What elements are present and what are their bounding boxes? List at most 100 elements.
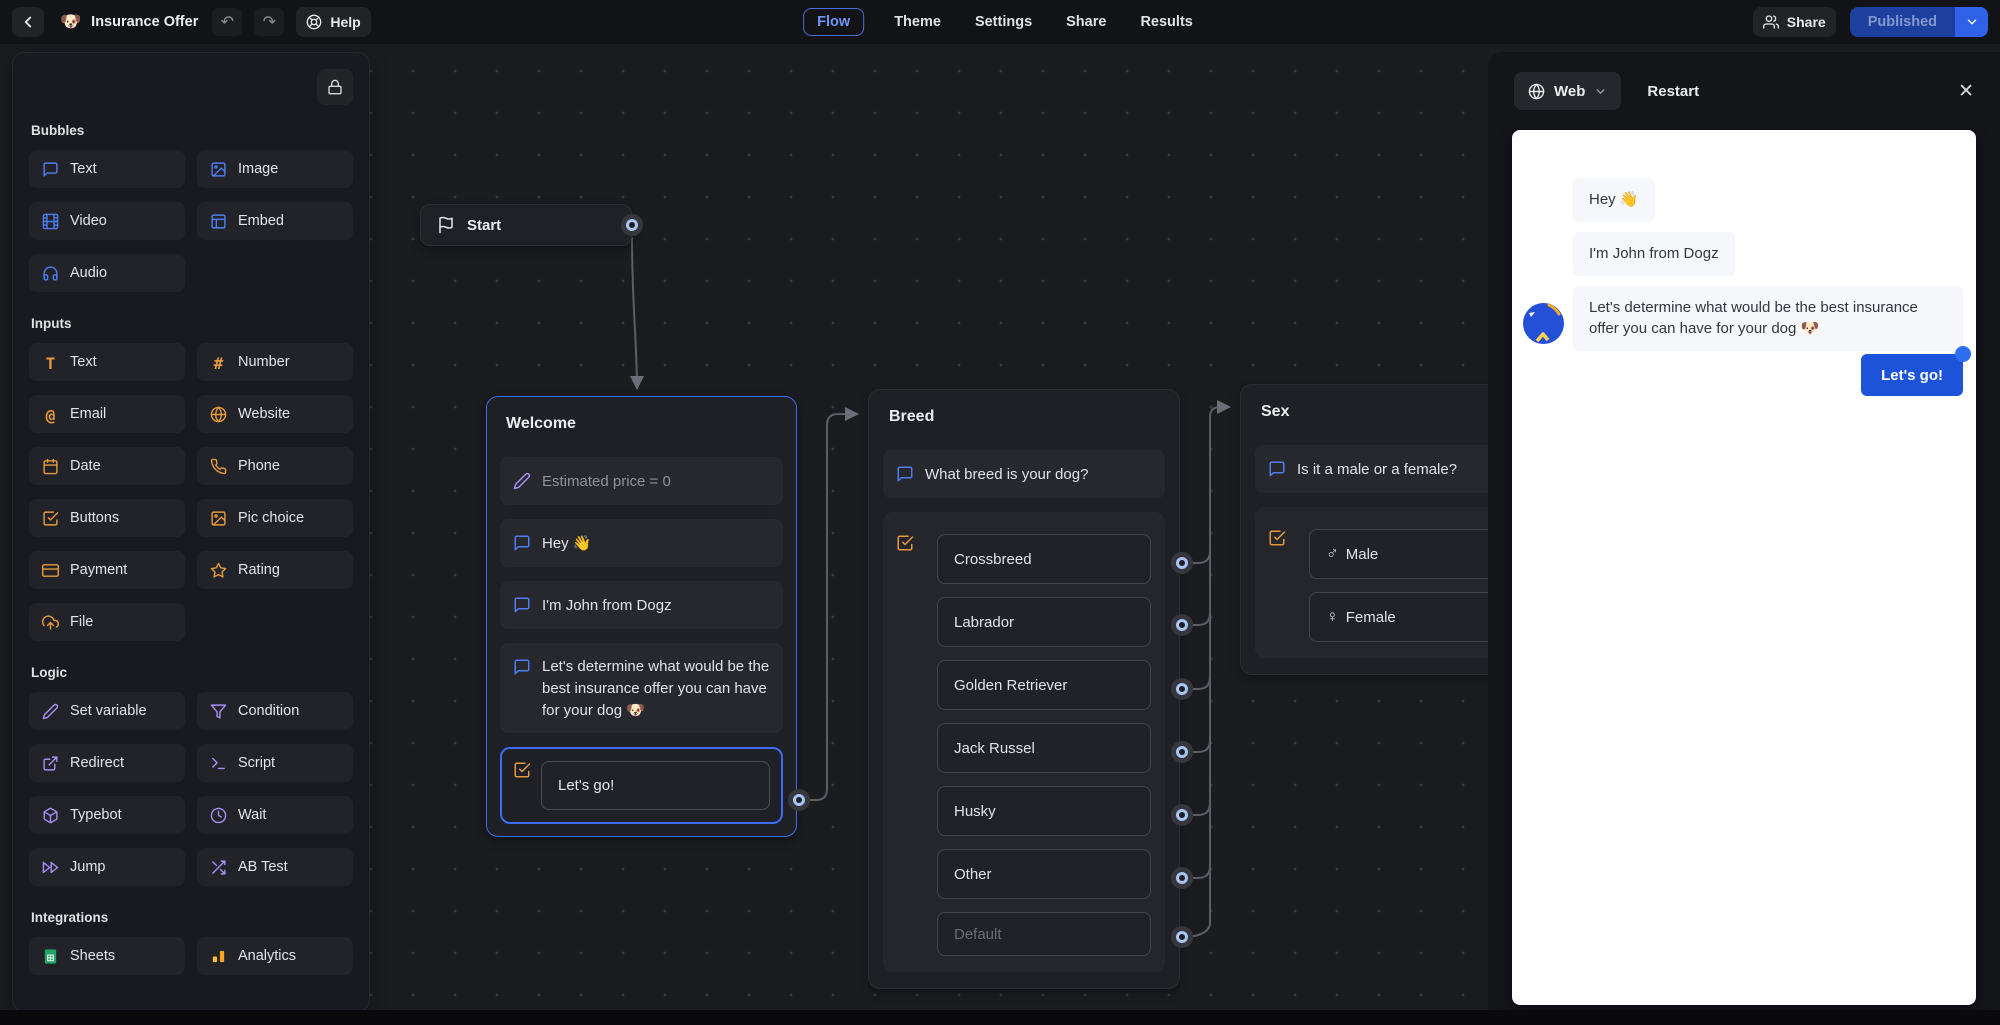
typebot-title[interactable]: Insurance Offer [91, 14, 198, 30]
letter-t-icon: T [45, 353, 56, 373]
breed-option-port[interactable] [1171, 804, 1193, 826]
sidebar-item-embed[interactable]: Embed [197, 202, 353, 240]
sidebar-item-sheets[interactable]: Sheets [29, 937, 185, 975]
breed-option-port[interactable] [1171, 614, 1193, 636]
tab-share[interactable]: Share [1062, 8, 1110, 36]
buttons-input-block[interactable]: Crossbreed Labrador Golden Retriever Jac… [883, 512, 1165, 972]
fast-forward-icon [42, 859, 59, 876]
item-label: Text [70, 354, 97, 370]
tab-theme[interactable]: Theme [890, 8, 945, 36]
item-label: Rating [238, 562, 280, 578]
breed-option-port[interactable] [1171, 552, 1193, 574]
blocks-sidebar: Bubbles Text Image Video Embed Audio Inp… [12, 52, 370, 1012]
close-icon[interactable]: ✕ [1958, 80, 1974, 103]
sidebar-item-payment[interactable]: Payment [29, 551, 185, 589]
redo-icon: ↷ [262, 14, 277, 31]
text-bubble-block[interactable]: Hey 👋 [500, 519, 783, 567]
text-bubble-block[interactable]: Let's determine what would be the best i… [500, 643, 783, 733]
sidebar-item-audio[interactable]: Audio [29, 254, 185, 292]
sidebar-item-wait[interactable]: Wait [197, 796, 353, 834]
tab-flow[interactable]: Flow [803, 8, 865, 36]
bubble-text: What breed is your dog? [925, 465, 1089, 483]
item-label: Email [70, 406, 107, 422]
share-button[interactable]: Share [1752, 7, 1836, 37]
choice-option[interactable]: Golden Retriever [937, 660, 1151, 710]
sidebar-item-pic-choice[interactable]: Pic choice [197, 499, 353, 537]
undo-button[interactable]: ↶ [212, 8, 243, 36]
back-button[interactable] [12, 7, 44, 37]
bubble-text: Is it a male or a female? [1297, 460, 1458, 478]
welcome-node-title: Welcome [506, 415, 576, 432]
help-label: Help [330, 14, 361, 30]
sidebar-item-phone[interactable]: Phone [197, 447, 353, 485]
image-icon [210, 161, 227, 178]
sidebar-item-redirect[interactable]: Redirect [29, 744, 185, 782]
section-title-integrations: Integrations [31, 910, 109, 925]
choice-option[interactable]: Jack Russel [937, 723, 1151, 773]
sidebar-item-video[interactable]: Video [29, 202, 185, 240]
sidebar-item-file[interactable]: File [29, 603, 185, 641]
item-label: Number [238, 354, 290, 370]
tab-settings[interactable]: Settings [971, 8, 1036, 36]
welcome-node[interactable]: Welcome Estimated price = 0 Hey 👋 I'm Jo… [486, 396, 797, 837]
breed-option-port[interactable] [1171, 867, 1193, 889]
sidebar-item-rating[interactable]: Rating [197, 551, 353, 589]
redo-button[interactable]: ↷ [254, 8, 285, 36]
sidebar-item-date[interactable]: Date [29, 447, 185, 485]
help-button[interactable]: Help [296, 7, 371, 37]
breed-node[interactable]: Breed What breed is your dog? Crossbreed… [868, 389, 1180, 989]
button-choice[interactable]: Let's go! [541, 760, 770, 810]
bubble-text: Hey 👋 [542, 535, 592, 552]
breed-default-port[interactable] [1171, 926, 1193, 948]
bubble-text: I'm John from Dogz [542, 596, 672, 614]
cube-icon [42, 807, 59, 824]
sidebar-item-number[interactable]: # Number [197, 343, 353, 381]
item-label: Redirect [70, 755, 124, 771]
sidebar-item-text-input[interactable]: T Text [29, 343, 185, 381]
sidebar-item-analytics[interactable]: Analytics [197, 937, 353, 975]
start-node[interactable]: Start [420, 204, 632, 246]
check-square-icon [1268, 529, 1286, 547]
breed-option-port[interactable] [1171, 741, 1193, 763]
default-option[interactable]: Default [937, 912, 1151, 956]
lets-go-button[interactable]: Let's go! [1861, 354, 1963, 396]
choice-option[interactable]: Other [937, 849, 1151, 899]
sidebar-item-set-variable[interactable]: Set variable [29, 692, 185, 730]
publish-menu-button[interactable] [1955, 7, 1988, 37]
start-outlet-port[interactable] [621, 214, 643, 236]
sidebar-item-website[interactable]: Website [197, 395, 353, 433]
chat-bubble-icon [513, 596, 531, 614]
published-button[interactable]: Published [1849, 7, 1955, 37]
lock-sidebar-button[interactable] [317, 69, 353, 105]
tab-results[interactable]: Results [1136, 8, 1196, 36]
sidebar-item-email[interactable]: @ Email [29, 395, 185, 433]
restart-button[interactable]: Restart [1647, 83, 1699, 100]
section-title-logic: Logic [31, 665, 67, 680]
text-bubble-block[interactable]: I'm John from Dogz [500, 581, 783, 629]
breed-node-title: Breed [889, 408, 935, 425]
sidebar-item-jump[interactable]: Jump [29, 848, 185, 886]
set-variable-block[interactable]: Estimated price = 0 [500, 457, 783, 505]
breed-option-port[interactable] [1171, 678, 1193, 700]
sidebar-item-image[interactable]: Image [197, 150, 353, 188]
sidebar-item-condition[interactable]: Condition [197, 692, 353, 730]
sidebar-item-typebot[interactable]: Typebot [29, 796, 185, 834]
welcome-outlet-port[interactable] [788, 789, 810, 811]
sidebar-item-text-bubble[interactable]: Text [29, 150, 185, 188]
sidebar-item-buttons[interactable]: Buttons [29, 499, 185, 537]
buttons-input-block[interactable]: Let's go! [500, 746, 783, 824]
bot-message: I'm John from Dogz [1573, 231, 1735, 276]
at-sign-icon: @ [45, 405, 56, 425]
choice-option[interactable]: Husky [937, 786, 1151, 836]
runtime-dropdown[interactable]: Web [1514, 72, 1622, 110]
sidebar-item-script[interactable]: Script [197, 744, 353, 782]
choice-option[interactable]: Crossbreed [937, 534, 1151, 584]
google-sheets-icon [42, 948, 59, 965]
item-label: Set variable [70, 703, 147, 719]
item-label: Sheets [70, 948, 116, 964]
text-bubble-block[interactable]: What breed is your dog? [883, 450, 1165, 498]
app: Start Welcome Estimated price = 0 Hey 👋 … [0, 0, 2000, 1025]
item-label: Payment [70, 562, 128, 578]
sidebar-item-ab-test[interactable]: AB Test [197, 848, 353, 886]
choice-option[interactable]: Labrador [937, 597, 1151, 647]
